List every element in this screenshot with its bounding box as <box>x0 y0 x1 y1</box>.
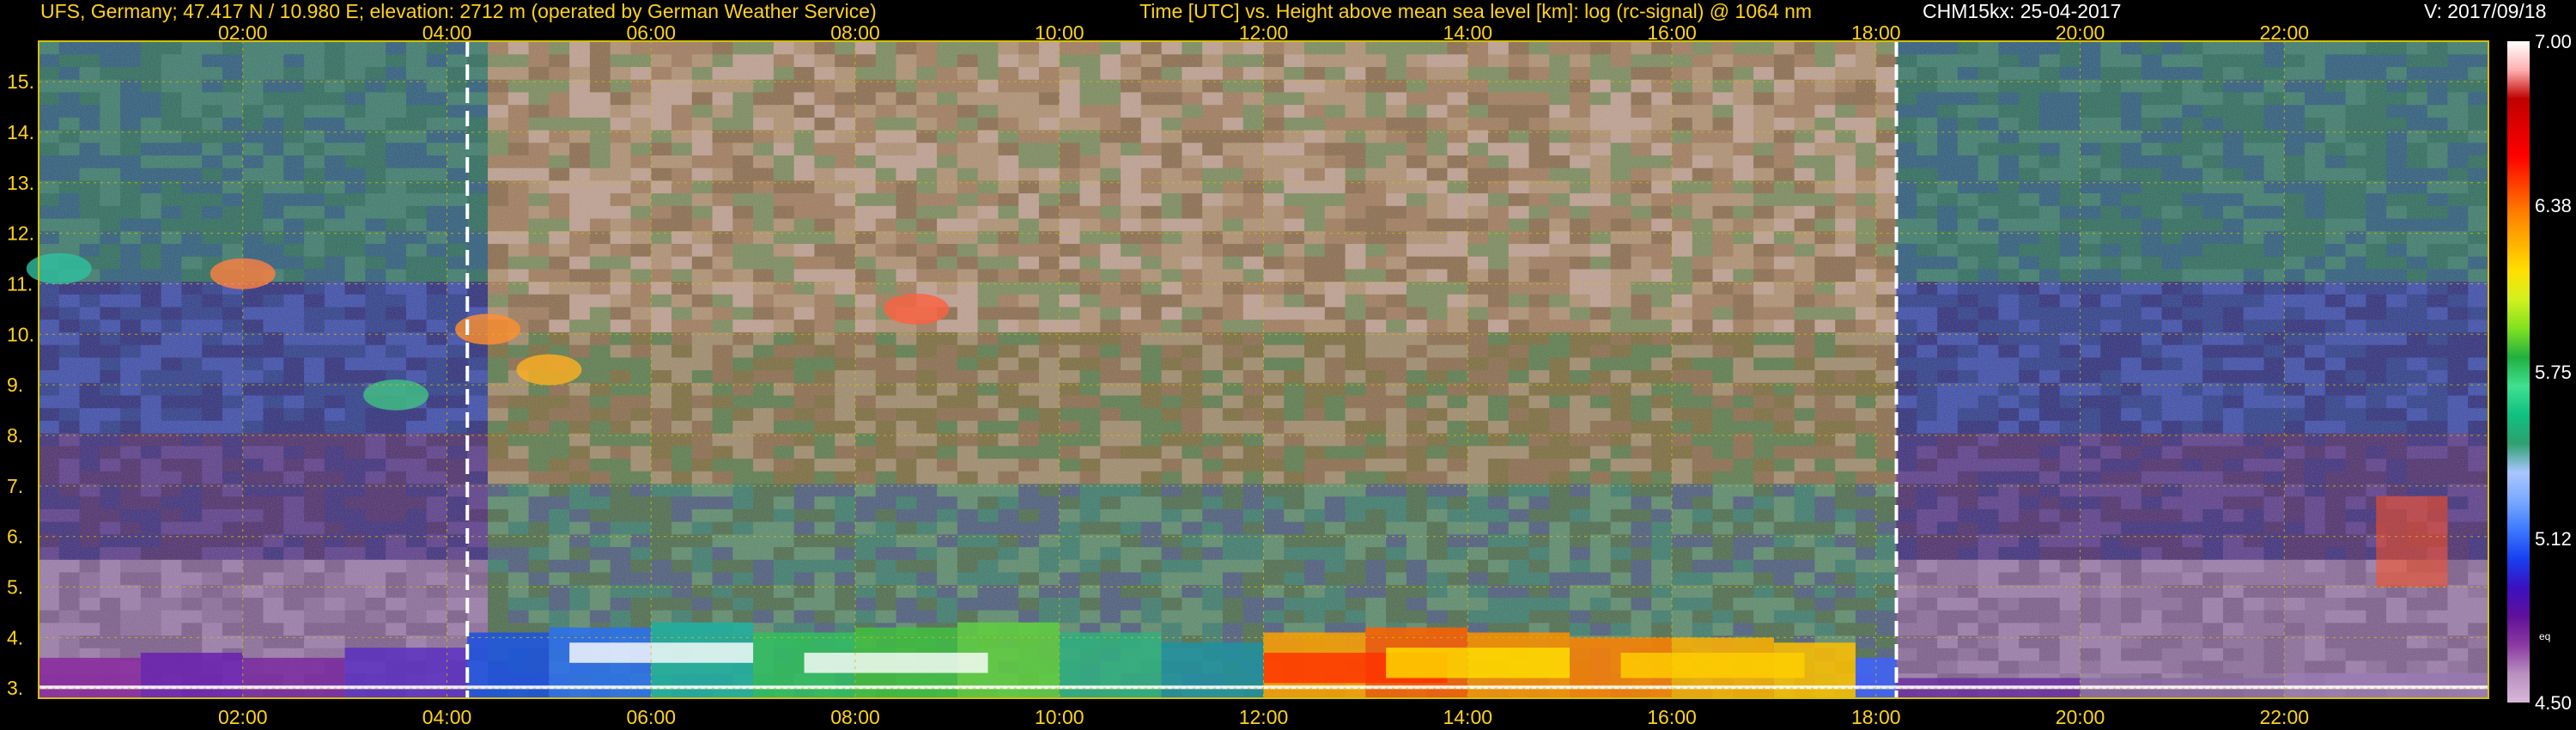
lidar-heatmap-chart: 02:0002:0004:0004:0006:0006:0008:0008:00… <box>7 21 2572 728</box>
plot-area <box>26 41 2489 699</box>
